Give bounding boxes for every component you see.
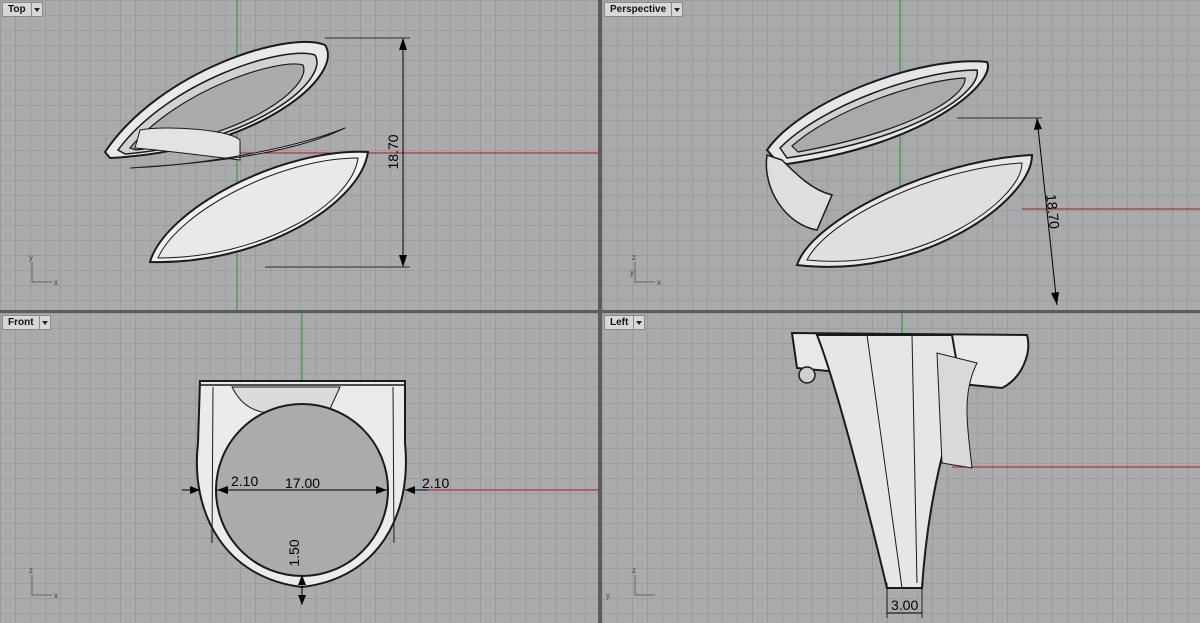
dimension-label: 2.10 xyxy=(422,475,449,491)
svg-text:z: z xyxy=(632,253,636,262)
svg-text:y: y xyxy=(630,268,634,277)
dimension-label: 2.10 xyxy=(231,473,258,489)
svg-text:y: y xyxy=(29,253,33,262)
viewport-left[interactable]: Left 3.00 z y xyxy=(602,313,1200,623)
top-view-drawing: 18.70 y x xyxy=(29,0,598,310)
dropdown-arrow-icon[interactable] xyxy=(30,3,42,16)
front-view-drawing: 2.10 17.00 2.10 1.50 z x xyxy=(29,313,598,605)
viewport-title-left[interactable]: Left xyxy=(604,315,646,330)
viewport-title-perspective[interactable]: Perspective xyxy=(604,2,684,17)
dimension-label: 3.00 xyxy=(891,597,918,613)
dropdown-arrow-icon[interactable] xyxy=(38,316,50,329)
dropdown-arrow-icon[interactable] xyxy=(671,3,682,16)
svg-text:y: y xyxy=(606,591,610,600)
viewport-name: Perspective xyxy=(610,4,667,15)
viewport-name: Top xyxy=(8,4,26,15)
dimension-label: 18.70 xyxy=(1043,193,1063,230)
shank-surface xyxy=(134,127,241,161)
svg-text:z: z xyxy=(29,566,33,575)
viewport-title-top[interactable]: Top xyxy=(2,2,43,17)
viewport-top[interactable]: Top 18.70 y x xyxy=(0,0,598,310)
perspective-view-drawing: 18.70 z y x xyxy=(630,0,1200,306)
svg-text:x: x xyxy=(54,591,58,600)
dimension-label: 1.50 xyxy=(286,539,302,566)
viewport-title-front[interactable]: Front xyxy=(2,315,51,330)
dimension-label: 18.70 xyxy=(385,134,401,169)
viewport-name: Left xyxy=(610,317,629,328)
viewport-front[interactable]: Front 2.10 17.00 2.10 1.50 z x xyxy=(0,313,598,623)
left-view-drawing: 3.00 z y xyxy=(606,313,1200,618)
dimension-label: 17.00 xyxy=(285,475,320,491)
viewport-name: Front xyxy=(8,317,34,328)
svg-text:x: x xyxy=(54,278,58,287)
svg-text:z: z xyxy=(632,566,636,575)
dropdown-arrow-icon[interactable] xyxy=(633,316,644,329)
viewport-perspective[interactable]: Perspective 18.70 z y x xyxy=(602,0,1200,310)
svg-text:x: x xyxy=(657,278,661,287)
